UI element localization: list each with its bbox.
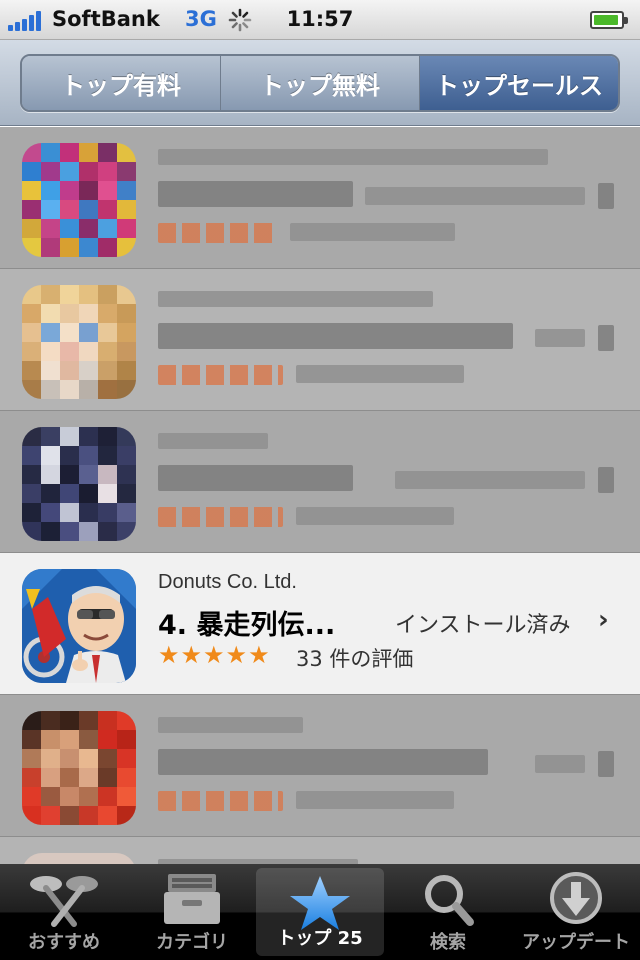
updates-icon <box>550 872 602 924</box>
chevron-right-icon <box>598 183 614 209</box>
app-icon <box>22 711 136 825</box>
app-title-blurred <box>158 749 488 775</box>
app-developer-blurred <box>158 717 303 733</box>
categories-icon <box>164 874 220 924</box>
app-title-blurred <box>158 323 513 349</box>
app-developer-blurred <box>158 291 433 307</box>
rating-stars-blurred <box>158 223 278 243</box>
rating-stars-blurred <box>158 791 283 811</box>
app-title: 4. 暴走列伝... <box>158 610 336 641</box>
app-price-blurred <box>535 755 585 773</box>
status-bar: SoftBank 3G 11:57 <box>0 0 640 40</box>
app-developer: Donuts Co. Ltd. <box>158 571 297 593</box>
tab-label: 検索 <box>430 932 466 953</box>
list-item[interactable] <box>0 695 640 837</box>
list-item-featured[interactable]: Donuts Co. Ltd. 4. 暴走列伝... インストール済み › ★★… <box>0 553 640 695</box>
app-list: Donuts Co. Ltd. 4. 暴走列伝... インストール済み › ★★… <box>0 127 640 864</box>
app-price-blurred <box>535 329 585 347</box>
tab-featured[interactable]: おすすめ <box>0 864 128 960</box>
app-artwork <box>22 569 136 683</box>
rating-count-blurred <box>296 365 464 383</box>
tab-search[interactable]: 検索 <box>384 864 512 960</box>
app-developer-blurred <box>158 149 548 165</box>
chevron-right-icon: › <box>598 605 609 635</box>
list-item[interactable] <box>0 127 640 269</box>
rating-stars-blurred <box>158 365 283 385</box>
tab-label: カテゴリ <box>156 932 228 953</box>
app-icon <box>22 285 136 399</box>
app-status-blurred <box>395 471 585 489</box>
segment-top-grossing[interactable]: トップセールス <box>420 56 618 110</box>
rating-stars-blurred <box>158 507 283 527</box>
chevron-right-icon <box>598 325 614 351</box>
tab-bar: おすすめ カテゴリ トップ 25 検索 アップデート <box>0 864 640 960</box>
list-item[interactable] <box>0 411 640 553</box>
segment-top-paid[interactable]: トップ有料 <box>22 56 221 110</box>
rating-count-blurred <box>296 507 454 525</box>
chevron-right-icon <box>598 467 614 493</box>
app-icon <box>22 143 136 257</box>
status-clock: 11:57 <box>286 7 354 31</box>
app-status-blurred <box>365 187 585 205</box>
battery-icon <box>590 11 628 29</box>
rating-count-blurred <box>296 791 454 809</box>
list-item[interactable] <box>0 837 640 864</box>
segment-top-free[interactable]: トップ無料 <box>221 56 420 110</box>
tab-label: トップ 25 <box>277 928 363 949</box>
app-title-blurred <box>158 465 353 491</box>
app-icon <box>22 569 136 683</box>
list-item[interactable] <box>0 269 640 411</box>
app-developer-blurred <box>158 433 268 449</box>
rating-stars: ★★★★★ <box>158 641 271 669</box>
app-icon <box>22 853 136 864</box>
tab-label: アップデート <box>522 932 630 953</box>
segment-header: トップ有料 トップ無料 トップセールス <box>0 40 640 126</box>
ranking-segmented-control: トップ有料 トップ無料 トップセールス <box>20 54 620 112</box>
featured-icon <box>30 876 98 927</box>
install-status: インストール済み <box>395 613 571 638</box>
rating-count: 33 件の評価 <box>296 647 414 671</box>
tab-categories[interactable]: カテゴリ <box>128 864 256 960</box>
tab-top25[interactable]: トップ 25 <box>256 868 384 956</box>
app-title-blurred <box>158 181 353 207</box>
rating-count-blurred <box>290 223 455 241</box>
tab-label: おすすめ <box>28 932 100 953</box>
search-icon <box>425 875 474 926</box>
app-icon <box>22 427 136 541</box>
tab-updates[interactable]: アップデート <box>512 864 640 960</box>
chevron-right-icon <box>598 751 614 777</box>
